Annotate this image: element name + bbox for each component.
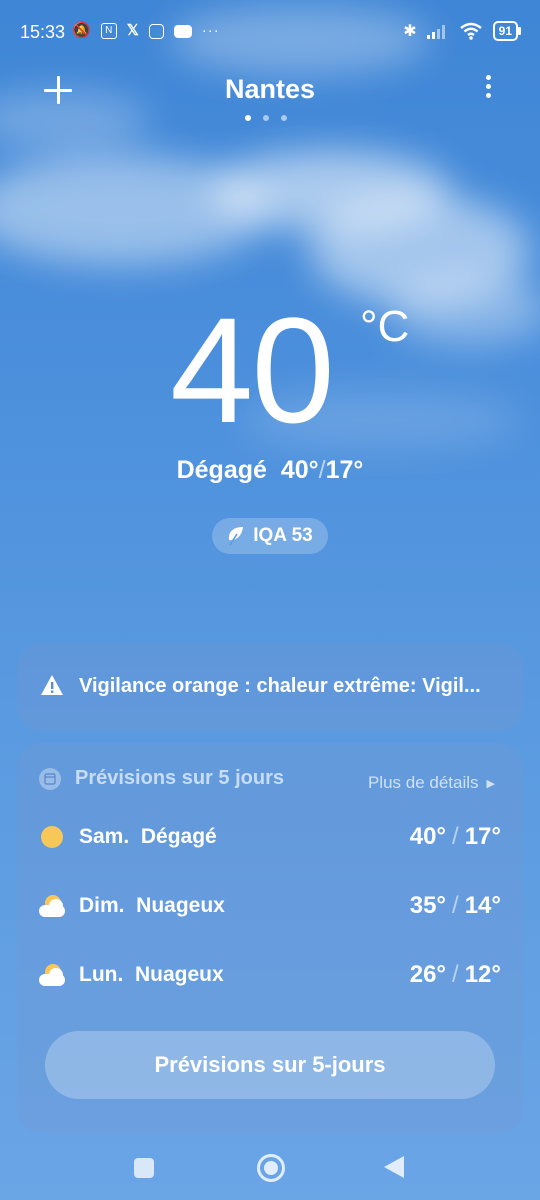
condition-text: Dégagé <box>176 456 267 484</box>
temp-slash: / <box>452 892 459 919</box>
low-temp: 17° <box>325 456 364 484</box>
nfc-icon: N <box>100 23 117 39</box>
battery-icon: 91 <box>492 21 522 41</box>
notification-icons: 🔕 N 𝕏 ··· <box>72 22 220 40</box>
five-day-forecast-button[interactable]: Prévisions sur 5-jours <box>45 1031 495 1099</box>
alert-text: Vigilance orange : chaleur extrême: Vigi… <box>79 675 481 697</box>
page-dot-active <box>245 115 251 121</box>
top-bar: Nantes <box>0 64 540 134</box>
temp-slash: / <box>452 961 459 988</box>
more-icon: ··· <box>201 22 220 39</box>
partly-cloudy-icon <box>39 893 65 919</box>
forecast-day-label: Lun. Nuageux <box>79 963 224 986</box>
current-condition: Dégagé 40°/17° <box>0 456 540 485</box>
forecast-header: Prévisions sur 5 jours <box>39 767 284 790</box>
x-icon: 𝕏 <box>126 22 139 39</box>
forecast-temps: 35°/14° <box>410 892 501 920</box>
home-button[interactable] <box>257 1154 285 1182</box>
chevron-right-icon: ▶ <box>486 777 495 790</box>
forecast-row[interactable]: Lun. Nuageux 26°/12° <box>39 955 501 995</box>
navigation-bar <box>0 1140 540 1200</box>
status-bar: 15:33 🔕 N 𝕏 ··· ✱ 91 <box>0 0 540 64</box>
forecast-low: 12° <box>464 961 501 988</box>
temperature-unit: °C <box>360 302 410 351</box>
temp-separator: / <box>318 456 326 484</box>
current-temperature: 40 <box>170 286 335 454</box>
aqi-label: IQA 53 <box>253 525 313 546</box>
forecast-low: 14° <box>464 892 501 919</box>
forecast-title: Prévisions sur 5 jours <box>75 767 284 789</box>
forecast-low: 17° <box>464 823 501 850</box>
forecast-high: 40° <box>409 823 447 850</box>
forecast-high: 35° <box>409 892 447 919</box>
high-temp: 40° <box>280 456 319 484</box>
more-details-link[interactable]: Plus de détails ▶ <box>368 773 495 793</box>
instagram-icon <box>148 23 164 39</box>
forecast-high: 26° <box>409 961 447 988</box>
page-dot <box>263 115 269 121</box>
page-indicator <box>245 115 287 121</box>
forecast-temps: 26°/12° <box>410 961 501 989</box>
calendar-icon <box>39 767 61 790</box>
forecast-day-label: Dim. Nuageux <box>79 894 225 917</box>
recent-apps-button[interactable] <box>134 1158 154 1178</box>
back-button[interactable] <box>384 1156 404 1178</box>
system-icons: ✱ 91 <box>403 21 522 41</box>
warning-icon <box>41 675 63 695</box>
leaf-icon <box>229 527 244 546</box>
signal-icon <box>426 25 445 39</box>
youtube-icon <box>173 24 192 38</box>
forecast-row[interactable]: Dim. Nuageux 35°/14° <box>39 886 501 926</box>
forecast-temps: 40°/17° <box>410 823 501 851</box>
bluetooth-icon: ✱ <box>403 23 417 40</box>
more-options-icon[interactable] <box>478 72 498 104</box>
temp-slash: / <box>452 823 459 850</box>
status-time: 15:33 <box>20 22 66 42</box>
alarm-off-icon: 🔕 <box>72 22 91 39</box>
more-details-label: Plus de détails <box>367 773 479 792</box>
wifi-icon <box>459 22 482 40</box>
forecast-day-label: Sam. Dégagé <box>79 825 217 848</box>
forecast-card: Prévisions sur 5 jours Plus de détails ▶… <box>17 743 523 1133</box>
city-name: Nantes <box>224 74 316 104</box>
sun-icon <box>39 824 65 850</box>
weather-alert-card[interactable]: Vigilance orange : chaleur extrême: Vigi… <box>17 643 523 731</box>
forecast-row[interactable]: Sam. Dégagé 40°/17° <box>39 817 501 857</box>
page-dot <box>281 115 287 121</box>
partly-cloudy-icon <box>39 962 65 988</box>
aqi-badge[interactable]: IQA 53 <box>212 518 328 554</box>
